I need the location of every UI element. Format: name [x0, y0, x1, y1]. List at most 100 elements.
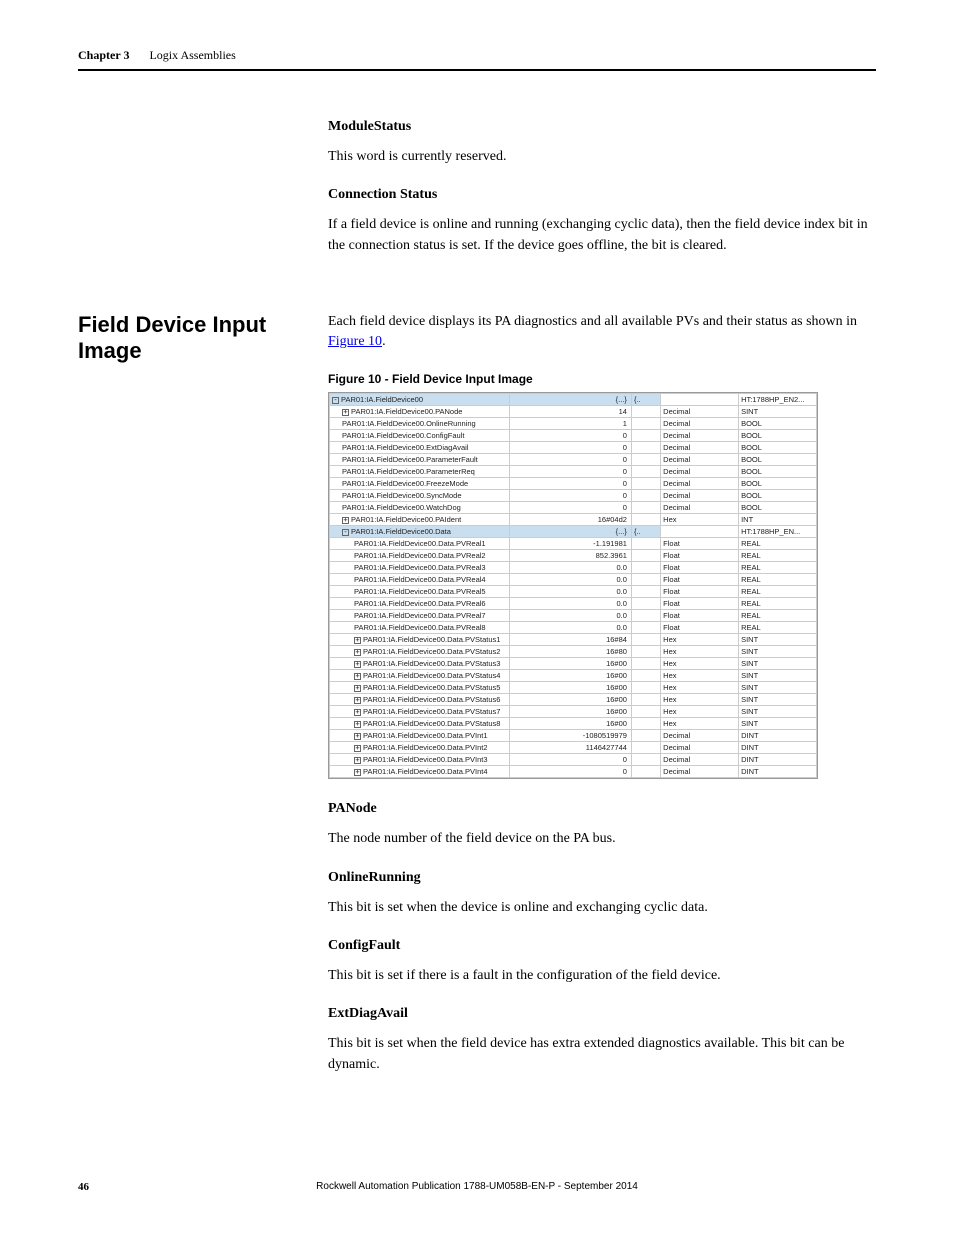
figure-10-link[interactable]: Figure 10: [328, 334, 382, 349]
tag-style: Hex: [661, 706, 739, 718]
tag-type: INT: [739, 514, 817, 526]
tag-type: REAL: [739, 610, 817, 622]
tag-value: 0.0: [510, 574, 632, 586]
tree-expand-icon[interactable]: +: [354, 685, 361, 692]
tag-style: Decimal: [661, 466, 739, 478]
tag-type: DINT: [739, 766, 817, 778]
tag-fmt: [631, 550, 660, 562]
table-row: +PAR01:IA.FieldDevice00.Data.PVStatus516…: [330, 682, 817, 694]
tag-type: DINT: [739, 754, 817, 766]
table-row: PAR01:IA.FieldDevice00.ParameterFault0De…: [330, 454, 817, 466]
tag-value: 1146427744: [510, 742, 632, 754]
para-module-status: This word is currently reserved.: [328, 147, 876, 167]
table-row: PAR01:IA.FieldDevice00.Data.PVReal50.0Fl…: [330, 586, 817, 598]
tag-name: PAR01:IA.FieldDevice00.Data.PVStatus7: [363, 707, 500, 716]
tag-type: SINT: [739, 406, 817, 418]
tag-style: Float: [661, 550, 739, 562]
tag-fmt: [631, 622, 660, 634]
tag-type: HT:1788HP_EN...: [739, 526, 817, 538]
tag-type: DINT: [739, 730, 817, 742]
tag-name: PAR01:IA.FieldDevice00.Data: [351, 527, 451, 536]
tag-value: 0: [510, 754, 632, 766]
tree-expand-icon[interactable]: +: [354, 733, 361, 740]
heading-online-running: OnlineRunning: [328, 870, 876, 886]
tag-style: Hex: [661, 514, 739, 526]
tag-value: 16#00: [510, 658, 632, 670]
tag-style: Hex: [661, 634, 739, 646]
tag-fmt: [631, 430, 660, 442]
table-row: +PAR01:IA.FieldDevice00.Data.PVStatus716…: [330, 706, 817, 718]
tag-value: 0.0: [510, 598, 632, 610]
tag-value: 14: [510, 406, 632, 418]
table-row: PAR01:IA.FieldDevice00.Data.PVReal30.0Fl…: [330, 562, 817, 574]
tree-expand-icon[interactable]: +: [354, 721, 361, 728]
tag-type: BOOL: [739, 502, 817, 514]
tag-style: Decimal: [661, 418, 739, 430]
tag-value: {...}: [510, 394, 632, 406]
tree-expand-icon[interactable]: +: [354, 673, 361, 680]
tree-expand-icon[interactable]: +: [342, 517, 349, 524]
tag-value: 0: [510, 454, 632, 466]
tag-fmt: [631, 670, 660, 682]
tag-style: Decimal: [661, 478, 739, 490]
tree-expand-icon[interactable]: +: [354, 661, 361, 668]
tree-expand-icon[interactable]: -: [332, 397, 339, 404]
table-row: +PAR01:IA.FieldDevice00.Data.PVStatus216…: [330, 646, 817, 658]
tag-name: PAR01:IA.FieldDevice00.Data.PVStatus3: [363, 659, 500, 668]
tag-type: REAL: [739, 562, 817, 574]
tag-value: {...}: [510, 526, 632, 538]
tag-fmt: [631, 454, 660, 466]
tree-expand-icon[interactable]: +: [354, 709, 361, 716]
table-row: PAR01:IA.FieldDevice00.Data.PVReal40.0Fl…: [330, 574, 817, 586]
tag-name: PAR01:IA.FieldDevice00.PAIdent: [351, 515, 461, 524]
tree-expand-icon[interactable]: -: [342, 529, 349, 536]
tag-type: SINT: [739, 634, 817, 646]
tag-fmt: {..: [631, 526, 660, 538]
tag-name: PAR01:IA.FieldDevice00.Data.PVStatus4: [363, 671, 500, 680]
para-panode: The node number of the field device on t…: [328, 829, 876, 849]
tag-name: PAR01:IA.FieldDevice00.ExtDiagAvail: [342, 443, 468, 452]
table-row: PAR01:IA.FieldDevice00.Data.PVReal70.0Fl…: [330, 610, 817, 622]
tag-name: PAR01:IA.FieldDevice00.Data.PVReal8: [354, 623, 486, 632]
tag-type: BOOL: [739, 478, 817, 490]
tag-type: BOOL: [739, 430, 817, 442]
tree-expand-icon[interactable]: +: [354, 649, 361, 656]
tree-expand-icon[interactable]: +: [354, 637, 361, 644]
tag-name: PAR01:IA.FieldDevice00.Data.PVReal3: [354, 563, 486, 572]
tag-type: BOOL: [739, 454, 817, 466]
table-row: PAR01:IA.FieldDevice00.WatchDog0DecimalB…: [330, 502, 817, 514]
table-row: -PAR01:IA.FieldDevice00{...}{..HT:1788HP…: [330, 394, 817, 406]
heading-ext-diag-avail: ExtDiagAvail: [328, 1006, 876, 1022]
para-ext-diag-avail: This bit is set when the field device ha…: [328, 1034, 876, 1075]
tag-type: BOOL: [739, 490, 817, 502]
tag-name: PAR01:IA.FieldDevice00.ConfigFault: [342, 431, 464, 440]
tag-name: PAR01:IA.FieldDevice00.ParameterFault: [342, 455, 478, 464]
heading-panode: PANode: [328, 801, 876, 817]
tag-value: 852.3961: [510, 550, 632, 562]
tag-value: 0: [510, 466, 632, 478]
tree-expand-icon[interactable]: +: [354, 769, 361, 776]
tag-style: Float: [661, 562, 739, 574]
tag-name: PAR01:IA.FieldDevice00.Data.PVInt1: [363, 731, 488, 740]
tag-style: Hex: [661, 694, 739, 706]
tag-type: SINT: [739, 646, 817, 658]
tag-value: -1.191981: [510, 538, 632, 550]
table-row: PAR01:IA.FieldDevice00.Data.PVReal60.0Fl…: [330, 598, 817, 610]
tree-expand-icon[interactable]: +: [354, 757, 361, 764]
tree-expand-icon[interactable]: +: [354, 745, 361, 752]
tag-fmt: [631, 442, 660, 454]
tag-value: -1080519979: [510, 730, 632, 742]
tag-fmt: [631, 646, 660, 658]
tag-type: BOOL: [739, 442, 817, 454]
tag-fmt: [631, 478, 660, 490]
tag-fmt: [631, 418, 660, 430]
tag-fmt: [631, 730, 660, 742]
tag-name: PAR01:IA.FieldDevice00.Data.PVStatus5: [363, 683, 500, 692]
tag-value: 0: [510, 766, 632, 778]
tag-value: 0: [510, 430, 632, 442]
tag-fmt: [631, 502, 660, 514]
tag-fmt: [631, 742, 660, 754]
sidebar-title-field-device: Field Device Input Image: [78, 312, 328, 365]
tree-expand-icon[interactable]: +: [354, 697, 361, 704]
tree-expand-icon[interactable]: +: [342, 409, 349, 416]
